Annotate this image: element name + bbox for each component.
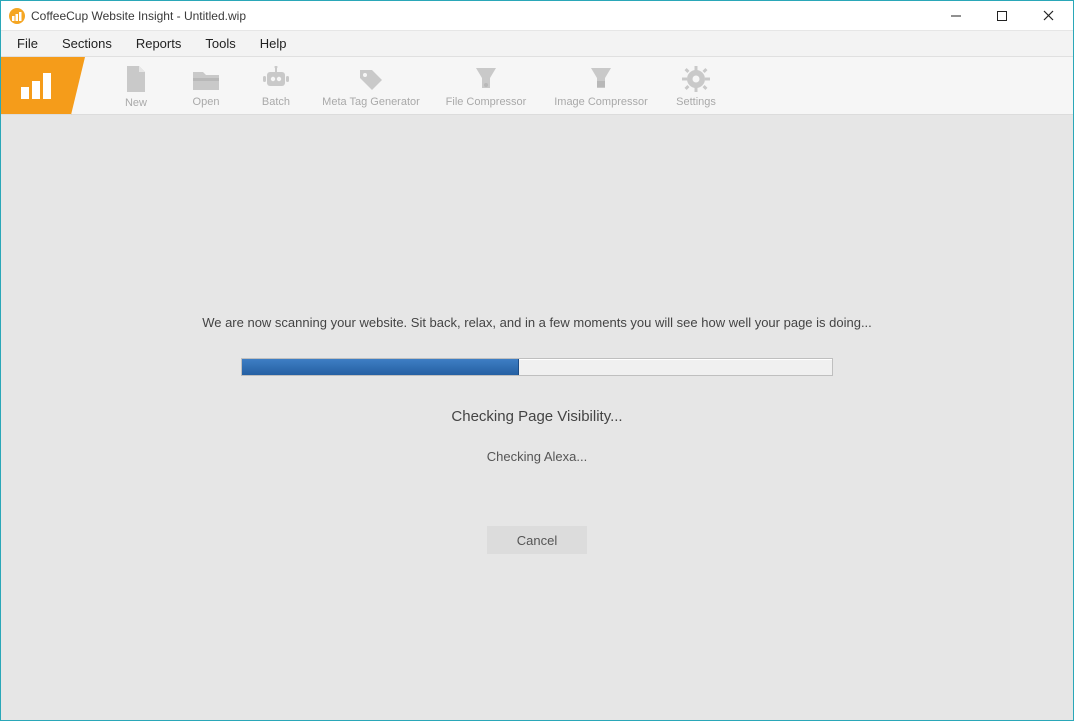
cancel-button[interactable]: Cancel [487, 526, 587, 554]
menu-sections[interactable]: Sections [50, 32, 124, 55]
app-logo[interactable] [1, 57, 71, 114]
close-button[interactable] [1025, 1, 1071, 31]
app-icon [9, 8, 25, 24]
minimize-button[interactable] [933, 1, 979, 31]
toolbar-label: Open [193, 96, 220, 108]
window-controls [933, 1, 1071, 31]
meta-tag-generator-button[interactable]: Meta Tag Generator [311, 62, 431, 110]
progress-fill [242, 359, 519, 375]
progress-bar [241, 358, 833, 376]
menu-tools[interactable]: Tools [193, 32, 247, 55]
toolbar: New Open Batch [1, 57, 1073, 115]
new-file-icon [123, 65, 149, 93]
title-bar: CoffeeCup Website Insight - Untitled.wip [1, 1, 1073, 31]
toolbar-label: File Compressor [446, 96, 527, 108]
settings-button[interactable]: Settings [661, 62, 731, 110]
toolbar-label: Meta Tag Generator [322, 96, 420, 108]
menu-file[interactable]: File [5, 32, 50, 55]
image-compress-icon [587, 66, 615, 92]
toolbar-label: Image Compressor [554, 96, 648, 108]
folder-open-icon [191, 66, 221, 92]
window-title: CoffeeCup Website Insight - Untitled.wip [31, 9, 933, 23]
gear-icon [682, 66, 710, 92]
toolbar-label: New [125, 97, 147, 109]
image-compressor-button[interactable]: Image Compressor [541, 62, 661, 110]
maximize-button[interactable] [979, 1, 1025, 31]
scan-panel: We are now scanning your website. Sit ba… [1, 115, 1073, 720]
file-compressor-button[interactable]: File Compressor [431, 62, 541, 110]
new-button[interactable]: New [101, 61, 171, 111]
menu-help[interactable]: Help [248, 32, 299, 55]
scan-message: We are now scanning your website. Sit ba… [202, 315, 872, 330]
tag-icon [356, 66, 386, 92]
file-compress-icon [472, 66, 500, 92]
toolbar-buttons: New Open Batch [71, 57, 731, 114]
toolbar-label: Settings [676, 96, 716, 108]
open-button[interactable]: Open [171, 62, 241, 110]
scan-phase: Checking Page Visibility... [451, 408, 622, 425]
toolbar-label: Batch [262, 96, 290, 108]
robot-icon [261, 66, 291, 92]
menu-bar: File Sections Reports Tools Help [1, 31, 1073, 57]
batch-button[interactable]: Batch [241, 62, 311, 110]
scan-detail: Checking Alexa... [487, 449, 587, 464]
menu-reports[interactable]: Reports [124, 32, 194, 55]
